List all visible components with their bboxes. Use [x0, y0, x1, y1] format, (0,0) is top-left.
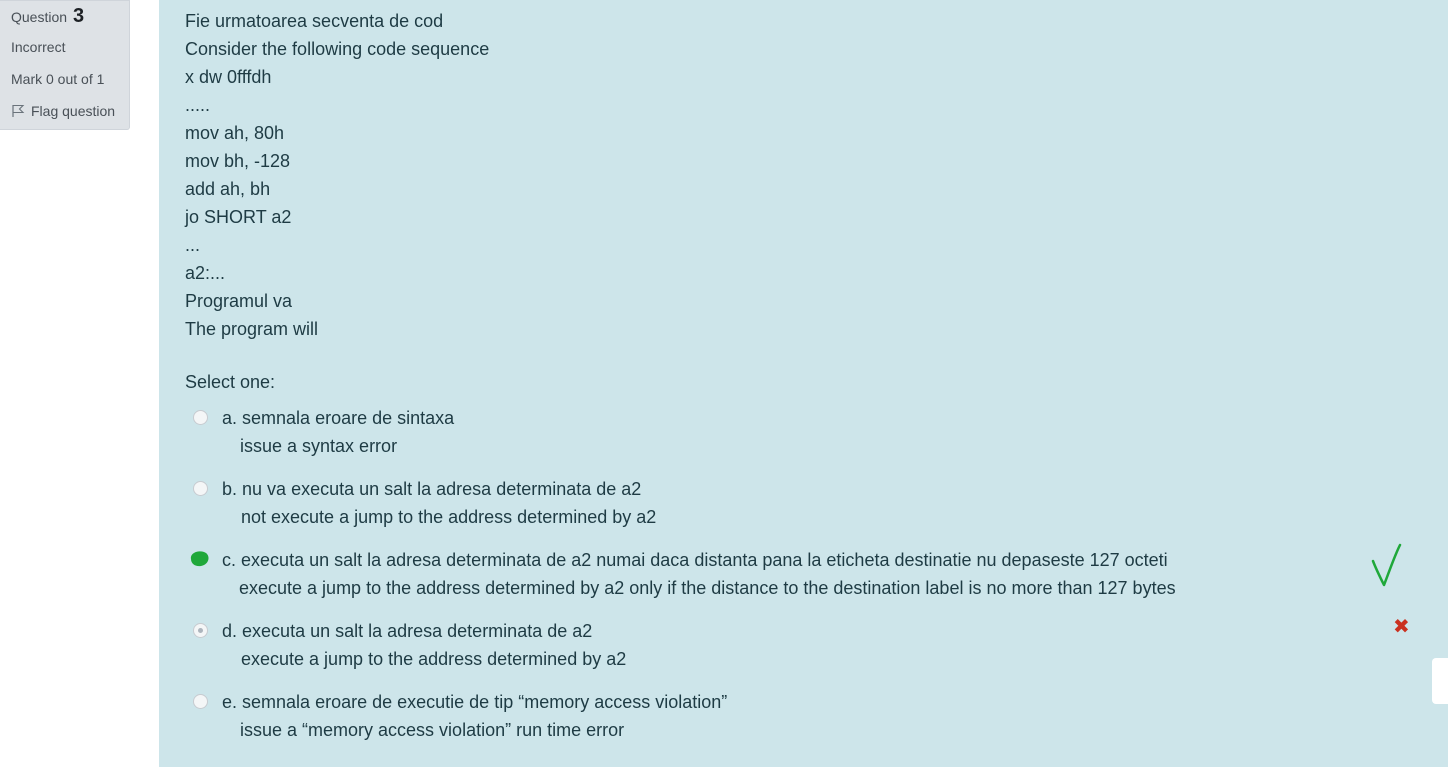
question-info-panel: Question 3 Incorrect Mark 0 out of 1 Fla… [0, 0, 130, 130]
handwritten-check-icon [1371, 543, 1402, 587]
green-mark-icon [190, 551, 209, 567]
question-text-line: The program will [185, 319, 319, 339]
question-text-line: Fie urmatoarea secventa de cod [185, 11, 444, 31]
answer-option-c-line1: c. executa un salt la adresa determinata… [222, 550, 1168, 570]
question-content: Fie urmatoarea secventa de cod Consider … [159, 0, 1448, 767]
question-text-line: ... [185, 235, 201, 255]
flag-question-label: Flag question [31, 103, 116, 119]
answer-radio-a[interactable] [193, 410, 208, 425]
flag-icon [12, 104, 25, 117]
question-grade: Mark 0 out of 1 [11, 71, 105, 87]
answer-option-a-line2: issue a syntax error [240, 436, 398, 456]
answer-radio-b[interactable] [193, 481, 208, 496]
question-number-value: 3 [72, 5, 85, 27]
flag-question-button[interactable]: Flag question [11, 103, 115, 119]
question-text-line: ..... [185, 95, 211, 115]
answer-option-d-line1: d. executa un salt la adresa determinata… [222, 621, 593, 641]
answer-option-d-line2: execute a jump to the address determined… [241, 649, 627, 669]
question-number: Question 3 [11, 5, 84, 28]
answer-option-e-line2: issue a “memory access violation” run ti… [240, 720, 625, 740]
question-text-line: x dw 0fffdh [185, 67, 272, 87]
question-text-line: a2:... [185, 263, 226, 283]
answer-radio-e[interactable] [193, 694, 208, 709]
question-text: Fie urmatoarea secventa de cod Consider … [185, 8, 489, 344]
question-text-line: mov ah, 80h [185, 123, 285, 143]
question-state: Incorrect [11, 39, 66, 55]
answer-option-a-line1: a. semnala eroare de sintaxa [222, 408, 455, 428]
question-text-line: jo SHORT a2 [185, 207, 292, 227]
question-text-line: Programul va [185, 291, 293, 311]
question-label: Question [11, 9, 68, 25]
question-text-line: add ah, bh [185, 179, 271, 199]
answer-option-e-line1: e. semnala eroare de executie de tip “me… [222, 692, 728, 712]
answer-option-b-line2: not execute a jump to the address determ… [241, 507, 657, 527]
answer-option-b-line1: b. nu va executa un salt la adresa deter… [222, 479, 642, 499]
cross-icon: ✖ [1393, 616, 1410, 638]
question-text-line: mov bh, -128 [185, 151, 291, 171]
question-text-line: Consider the following code sequence [185, 39, 490, 59]
answer-option-c-line2: execute a jump to the address determined… [239, 578, 1176, 598]
answer-radio-d[interactable] [193, 623, 208, 638]
drawer-toggle-tab[interactable] [1432, 658, 1448, 704]
select-one-prompt: Select one: [185, 372, 276, 392]
